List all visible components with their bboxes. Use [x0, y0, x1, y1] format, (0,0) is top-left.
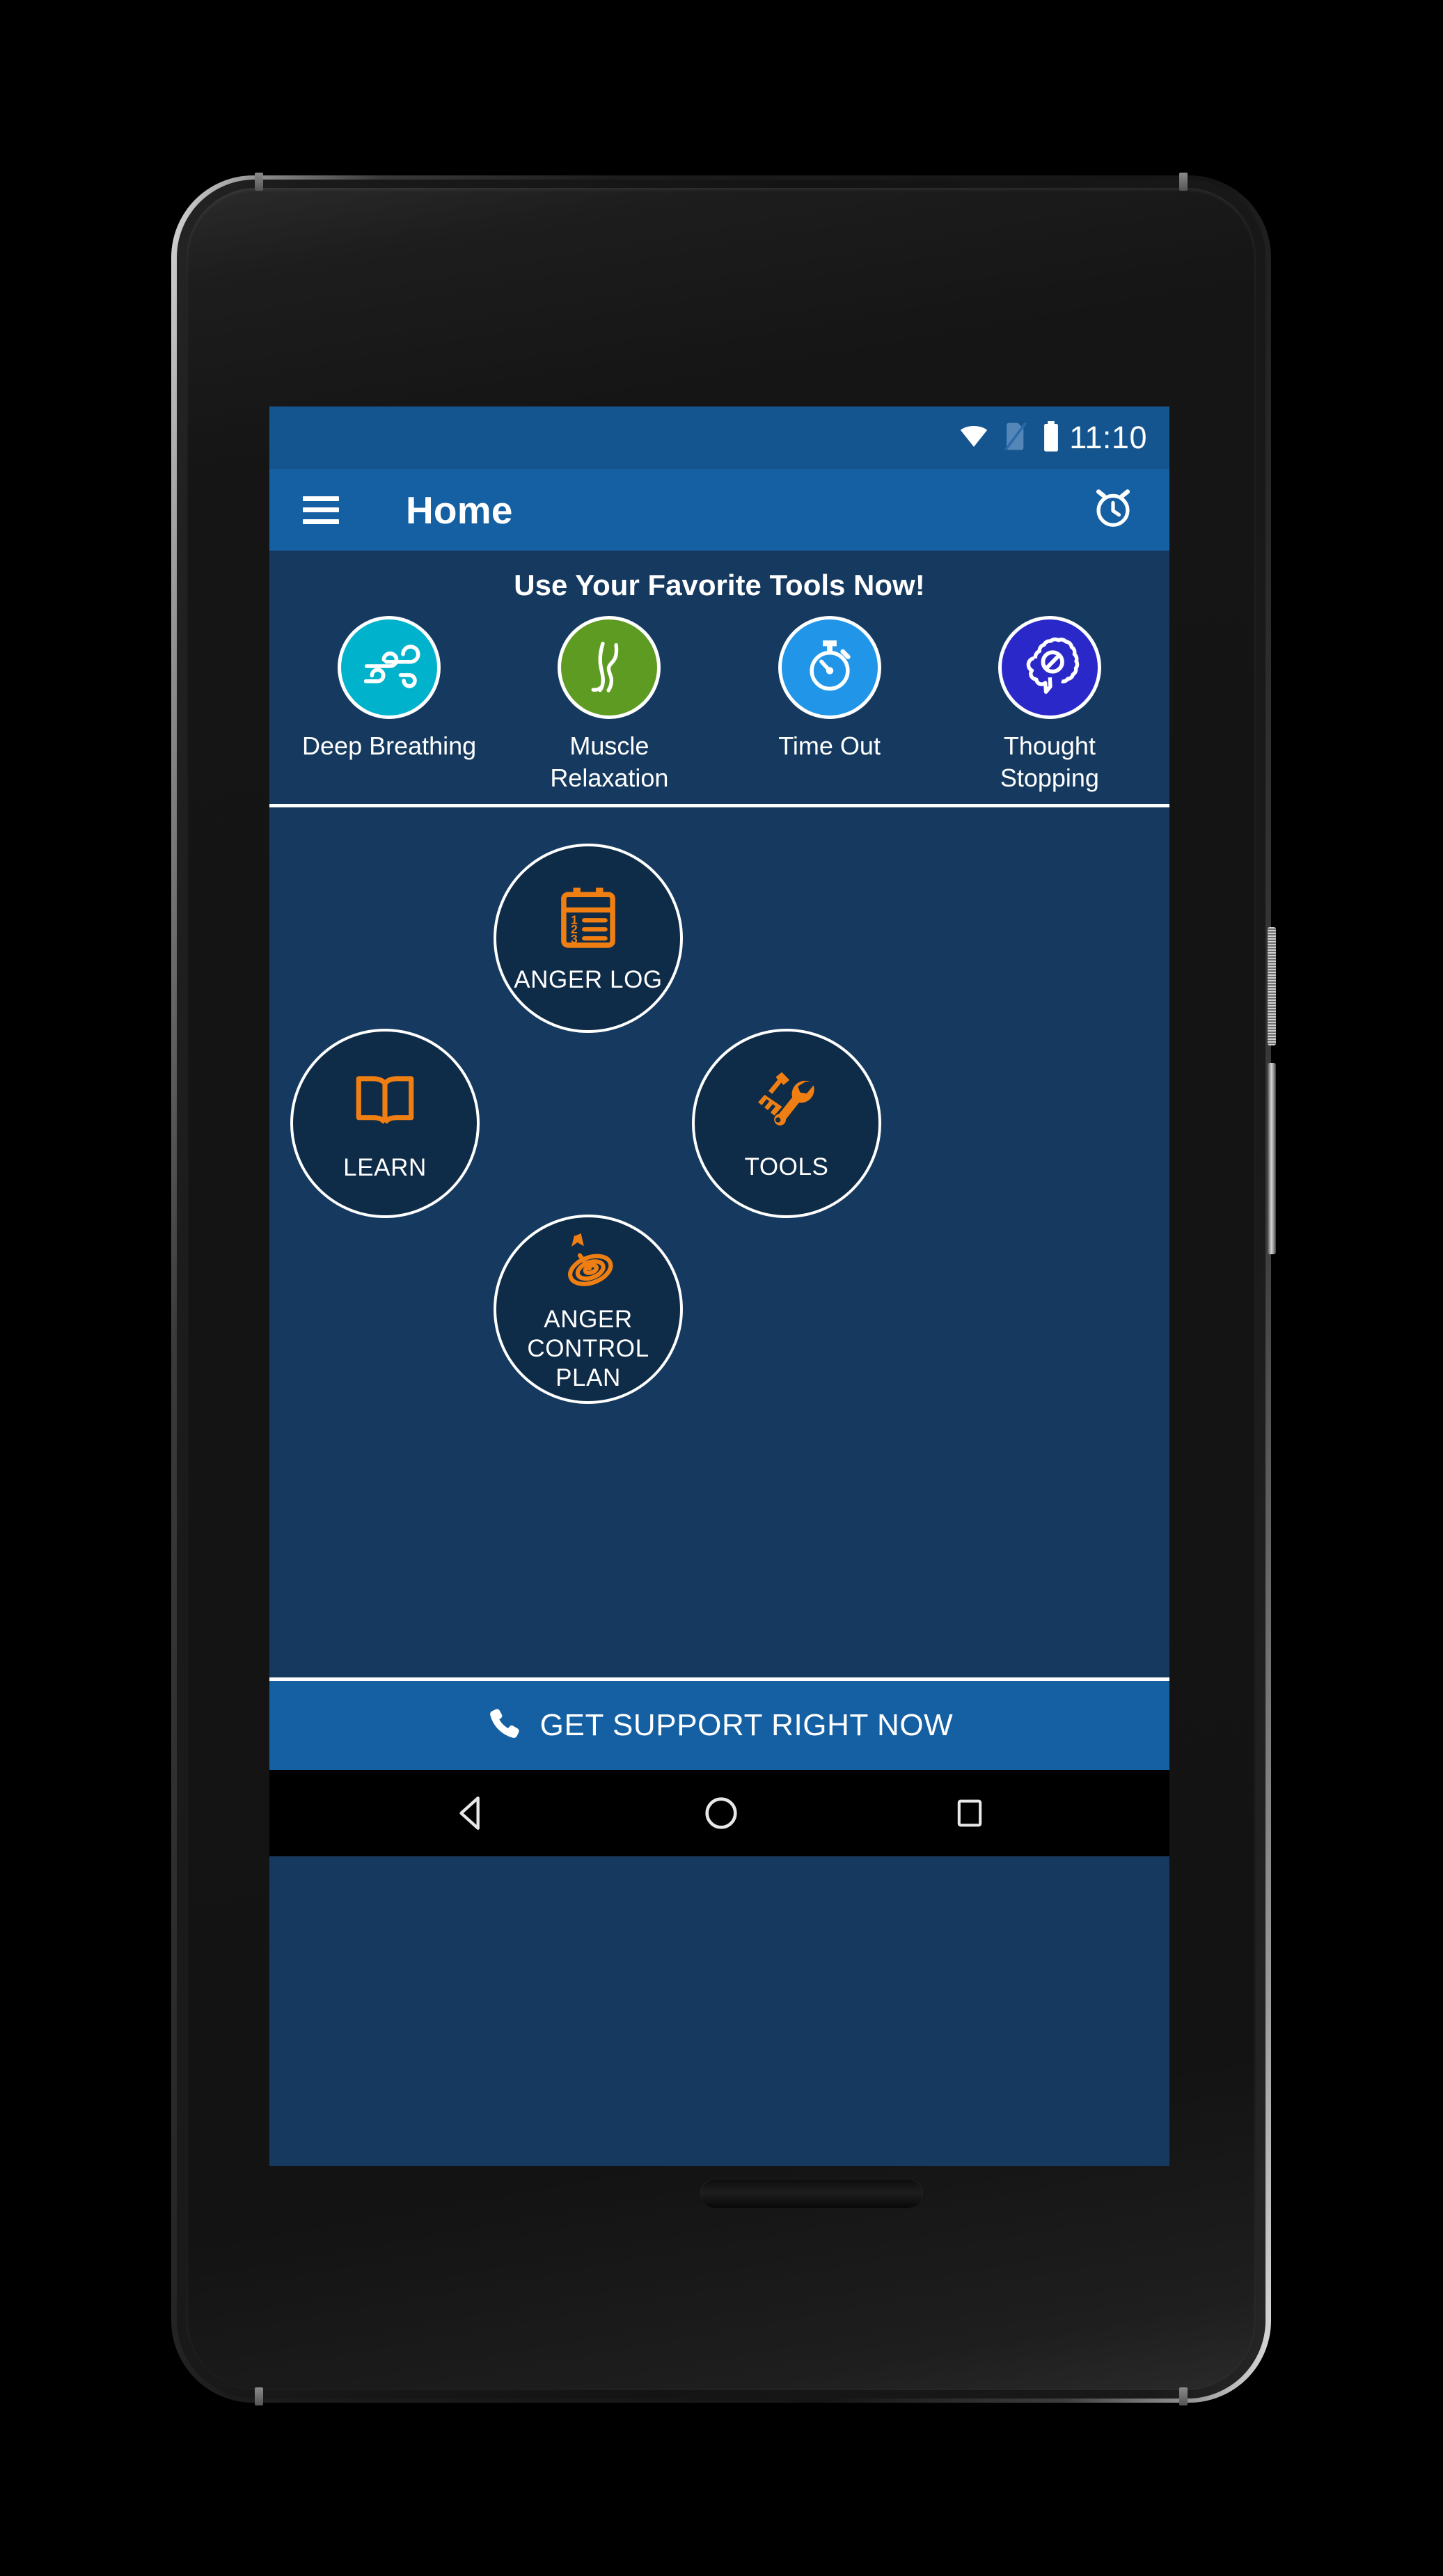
- favorite-tool-time-out[interactable]: Time Out: [735, 616, 924, 762]
- hamburger-menu-icon[interactable]: [303, 496, 339, 524]
- back-triangle-icon[interactable]: [451, 1793, 491, 1833]
- phone-icon: [486, 1706, 522, 1746]
- deep-breathing-circle: [338, 616, 441, 719]
- phone-device: 11:10 Home Use Your Favorite Tools Now!: [171, 173, 1276, 2405]
- open-book-icon: [349, 1064, 421, 1137]
- favorites-divider: [269, 804, 1169, 808]
- brain-stop-icon: [1016, 633, 1083, 703]
- nav-label: TOOLS: [744, 1153, 829, 1181]
- main-navigation-section: 1 2 3 ANGER LOG LEARN TOOLS ANGER CONTRO…: [269, 820, 1169, 1678]
- volume-rocker-button[interactable]: [1268, 1063, 1276, 1254]
- favorite-tools-section: Use Your Favorite Tools Now! Deep Breath…: [269, 551, 1169, 821]
- antenna-nub-bottom-right: [1179, 2387, 1188, 2405]
- nav-circle-tools[interactable]: TOOLS: [692, 1029, 881, 1219]
- app-bar: Home: [269, 469, 1169, 551]
- leg-icon: [578, 635, 640, 701]
- nav-circle-learn[interactable]: LEARN: [290, 1029, 480, 1219]
- favorite-tool-label: Deep Breathing: [302, 732, 477, 760]
- bottom-speaker-grille: [700, 2179, 923, 2208]
- android-navigation-bar: [269, 1770, 1169, 1857]
- phone-screen: 11:10 Home Use Your Favorite Tools Now!: [269, 406, 1169, 2166]
- screwdriver-wrench-icon: [750, 1065, 823, 1137]
- antenna-nub-top-left: [255, 173, 263, 191]
- muscle-relaxation-circle: [558, 616, 661, 719]
- favorite-tool-muscle-relaxation[interactable]: Muscle Relaxation: [514, 616, 704, 794]
- status-bar: 11:10: [269, 406, 1169, 469]
- home-circle-icon[interactable]: [701, 1793, 741, 1833]
- page-title: Home: [406, 488, 513, 532]
- alarm-clock-icon[interactable]: [1090, 485, 1136, 535]
- status-bar-icons: [958, 420, 1061, 455]
- recents-square-icon[interactable]: [952, 1795, 988, 1831]
- stopwatch-icon: [799, 635, 860, 700]
- nav-label: LEARN: [343, 1154, 427, 1182]
- nav-label: ANGER LOG: [514, 966, 663, 994]
- get-support-label: GET SUPPORT RIGHT NOW: [539, 1708, 954, 1743]
- clipboard-list-icon: 1 2 3: [552, 882, 624, 954]
- favorite-tools-title: Use Your Favorite Tools Now!: [514, 569, 925, 601]
- nav-label: ANGER CONTROL PLAN: [527, 1306, 649, 1392]
- antenna-nub-top-right: [1179, 173, 1188, 191]
- antenna-nub-bottom-left: [255, 2387, 263, 2405]
- wind-icon: [356, 633, 422, 702]
- nav-circle-anger-control-plan[interactable]: ANGER CONTROL PLAN: [494, 1215, 683, 1405]
- battery-full-icon: [1041, 420, 1061, 455]
- get-support-button[interactable]: GET SUPPORT RIGHT NOW: [269, 1681, 1169, 1771]
- power-button[interactable]: [1268, 927, 1276, 1045]
- no-sim-icon: [1004, 422, 1027, 455]
- favorite-tool-deep-breathing[interactable]: Deep Breathing: [294, 616, 484, 762]
- svg-text:3: 3: [571, 932, 578, 946]
- spiral-target-dart-icon: [552, 1226, 624, 1298]
- time-out-circle: [778, 616, 881, 719]
- thought-stopping-circle: [998, 616, 1101, 719]
- status-bar-clock: 11:10: [1069, 420, 1147, 455]
- favorite-tool-thought-stopping[interactable]: Thought Stopping: [955, 616, 1144, 794]
- favorite-tool-label: Thought Stopping: [1000, 732, 1099, 793]
- wifi-icon: [958, 422, 990, 454]
- favorite-tools-row: Deep Breathing Muscle Relaxation Time Ou…: [269, 616, 1169, 794]
- nav-circle-anger-log[interactable]: 1 2 3 ANGER LOG: [494, 844, 683, 1034]
- favorite-tool-label: Muscle Relaxation: [550, 732, 669, 793]
- favorite-tool-label: Time Out: [778, 732, 881, 760]
